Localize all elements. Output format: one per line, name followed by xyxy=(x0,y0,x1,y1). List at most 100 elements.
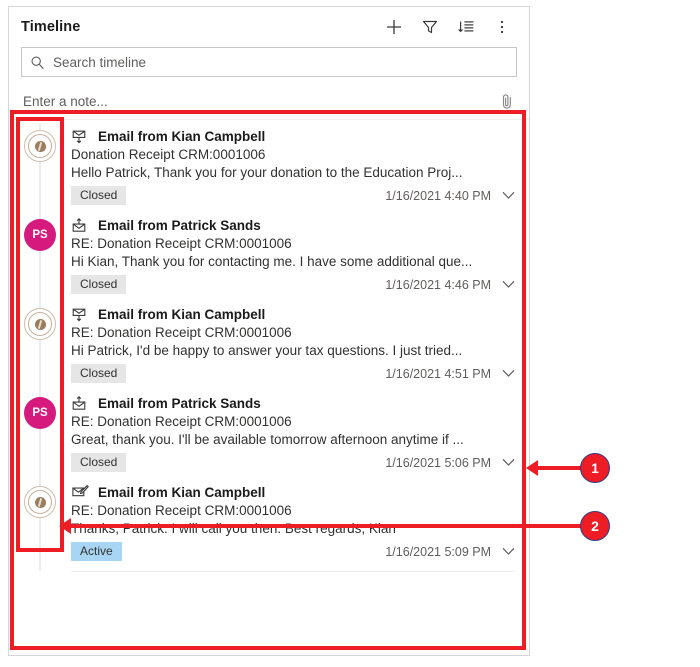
timeline-item-snippet: Hello Patrick, Thank you for your donati… xyxy=(71,165,463,180)
avatar-initials: PS xyxy=(32,229,48,241)
timeline-item-body: Email from Kian Campbell Donation Receipt… xyxy=(71,124,515,207)
timeline-item-subject: RE: Donation Receipt CRM:0001006 xyxy=(71,236,292,251)
avatar[interactable] xyxy=(24,130,56,162)
filter-button[interactable] xyxy=(413,11,447,43)
more-vertical-icon xyxy=(500,20,504,34)
coffee-logo-icon xyxy=(34,318,46,330)
chevron-down-icon xyxy=(502,280,514,288)
avatar[interactable]: PS xyxy=(24,397,56,429)
timeline-item[interactable]: PS Email from Patrick Sands RE: Donation R… xyxy=(9,387,529,482)
list-divider xyxy=(71,571,515,572)
add-button[interactable] xyxy=(377,11,411,43)
filter-icon xyxy=(422,20,438,34)
timeline-item-subject: Donation Receipt CRM:0001006 xyxy=(71,147,266,162)
timeline-item-body: Email from Kian Campbell RE: Donation Rec… xyxy=(71,480,515,563)
timeline-item-snippet: Hi Patrick, I'd be happy to answer your … xyxy=(71,343,463,358)
search-container xyxy=(9,47,529,77)
record-type-icon xyxy=(71,217,89,233)
timeline-item-subject: RE: Donation Receipt CRM:0001006 xyxy=(71,414,292,429)
email-incoming-icon xyxy=(72,217,85,232)
search-icon xyxy=(31,55,44,69)
timeline-item-meta: 1/16/2021 4:51 PM xyxy=(385,367,515,381)
timeline-item-meta: 1/16/2021 5:06 PM xyxy=(385,456,515,470)
status-badge: Closed xyxy=(71,364,127,383)
record-type-icon xyxy=(71,128,89,144)
avatar[interactable]: PS xyxy=(24,219,56,251)
timeline-toolbar xyxy=(377,11,519,43)
timeline-rail: PS xyxy=(9,391,71,482)
record-type-icon xyxy=(71,395,89,411)
timeline-item-title[interactable]: Email from Patrick Sands xyxy=(98,218,261,233)
callout-number-2: 2 xyxy=(580,511,610,541)
timeline-item-header: Email from Patrick Sands xyxy=(71,217,515,233)
timestamp: 1/16/2021 5:09 PM xyxy=(385,544,491,559)
paperclip-icon xyxy=(502,93,511,109)
chevron-down-icon xyxy=(502,458,514,466)
timeline-item-body: Email from Kian Campbell RE: Donation Rec… xyxy=(71,302,515,385)
coffee-logo-icon xyxy=(34,140,46,152)
timeline-item-footer: Closed 1/16/2021 4:40 PM xyxy=(71,186,515,207)
timeline-header: Timeline xyxy=(9,7,529,47)
timeline-item[interactable]: Email from Kian Campbell RE: Donation Rec… xyxy=(9,298,529,393)
search-box[interactable] xyxy=(21,47,517,77)
timestamp: 1/16/2021 5:06 PM xyxy=(385,455,491,470)
note-row xyxy=(9,85,529,117)
avatar-initials: PS xyxy=(32,407,48,419)
email-outgoing-icon xyxy=(72,130,85,143)
expand-button[interactable] xyxy=(501,367,515,381)
sort-button[interactable] xyxy=(449,11,483,43)
timeline-item-footer: Closed 1/16/2021 4:51 PM xyxy=(71,364,515,385)
timeline-item-header: Email from Kian Campbell xyxy=(71,128,515,144)
timeline-item-meta: 1/16/2021 5:09 PM xyxy=(385,545,515,559)
timeline-item-snippet: Hi Kian, Thank you for contacting me. I … xyxy=(71,254,473,269)
plus-icon xyxy=(387,20,401,34)
timeline-item[interactable]: Email from Kian Campbell RE: Donation Rec… xyxy=(9,476,529,571)
chevron-down-icon xyxy=(502,547,514,555)
timestamp: 1/16/2021 4:46 PM xyxy=(385,277,491,292)
timeline-item-title[interactable]: Email from Patrick Sands xyxy=(98,396,261,411)
timeline-item-subject: RE: Donation Receipt CRM:0001006 xyxy=(71,325,292,340)
timeline-item-header: Email from Kian Campbell xyxy=(71,306,515,322)
email-draft-icon xyxy=(71,484,89,496)
timeline-item-snippet: Great, thank you. I'll be available tomo… xyxy=(71,432,464,447)
expand-button[interactable] xyxy=(501,189,515,203)
avatar[interactable] xyxy=(24,486,56,518)
timeline-item-body: Email from Patrick Sands RE: Donation Rec… xyxy=(71,213,515,296)
timeline-item[interactable]: Email from Kian Campbell Donation Receipt… xyxy=(9,120,529,215)
expand-button[interactable] xyxy=(501,278,515,292)
timeline-item-title[interactable]: Email from Kian Campbell xyxy=(98,307,265,322)
timeline-item-footer: Active 1/16/2021 5:09 PM xyxy=(71,542,515,563)
email-incoming-icon xyxy=(72,395,85,410)
timeline-rail xyxy=(9,302,71,393)
timeline-item-footer: Closed 1/16/2021 4:46 PM xyxy=(71,275,515,296)
chevron-down-icon xyxy=(502,191,514,199)
timeline-rail xyxy=(9,124,71,215)
coffee-logo-icon xyxy=(34,496,46,508)
timeline-panel: Timeline Search timeline Enter a note...… xyxy=(8,6,530,656)
timeline-item-meta: 1/16/2021 4:46 PM xyxy=(385,278,515,292)
note-input[interactable] xyxy=(21,92,497,110)
timeline-item-header: Email from Kian Campbell xyxy=(71,484,515,500)
timeline-item[interactable]: PS Email from Patrick Sands RE: Donation R… xyxy=(9,209,529,304)
status-badge: Closed xyxy=(71,275,127,294)
timeline-item-header: Email from Patrick Sands xyxy=(71,395,515,411)
avatar[interactable] xyxy=(24,308,56,340)
timeline-item-title[interactable]: Email from Kian Campbell xyxy=(98,485,265,500)
timeline-item-subject: RE: Donation Receipt CRM:0001006 xyxy=(71,503,292,518)
expand-button[interactable] xyxy=(501,456,515,470)
timeline-item-body: Email from Patrick Sands RE: Donation Rec… xyxy=(71,391,515,474)
timestamp: 1/16/2021 4:40 PM xyxy=(385,188,491,203)
more-commands-button[interactable] xyxy=(485,11,519,43)
status-badge: Active xyxy=(71,542,122,561)
email-outgoing-icon xyxy=(72,308,85,321)
status-badge: Closed xyxy=(71,186,127,205)
search-input[interactable] xyxy=(45,53,508,71)
expand-button[interactable] xyxy=(501,545,515,559)
timeline-item-footer: Closed 1/16/2021 5:06 PM xyxy=(71,453,515,474)
attach-button[interactable] xyxy=(497,93,517,110)
timeline-item-title[interactable]: Email from Kian Campbell xyxy=(98,129,265,144)
status-badge: Closed xyxy=(71,453,127,472)
timeline-list[interactable]: Email from Kian Campbell Donation Receipt… xyxy=(9,119,529,627)
timeline-rail: PS xyxy=(9,213,71,304)
callout-number-1: 1 xyxy=(580,453,610,483)
